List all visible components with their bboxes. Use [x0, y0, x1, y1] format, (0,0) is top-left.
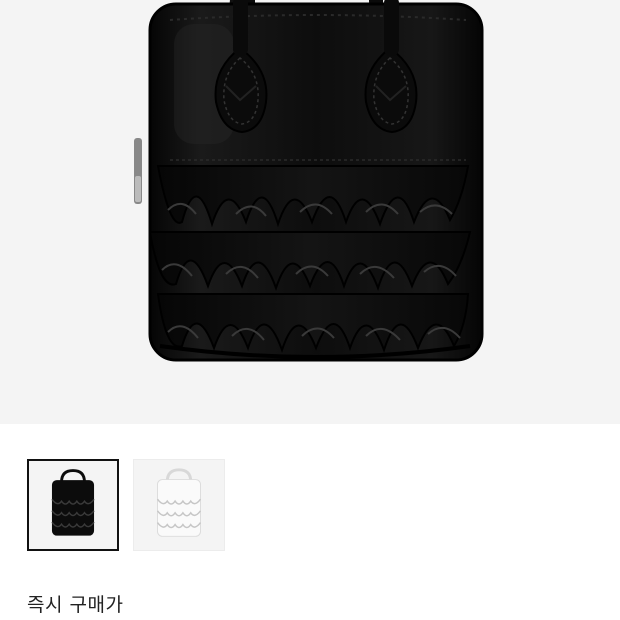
black-ruffle-handbag-thumbnail: [51, 469, 95, 536]
thumbnail-black-bag[interactable]: [27, 459, 119, 551]
black-ruffle-handbag-image: [134, 0, 484, 362]
thumbnail-white-bag[interactable]: [133, 459, 225, 551]
buy-now-price-label: 즉시 구매가: [27, 594, 124, 616]
product-main-image: [0, 0, 620, 424]
thumbnail-list: [27, 459, 225, 551]
white-ruffle-handbag-thumbnail: [156, 468, 202, 537]
